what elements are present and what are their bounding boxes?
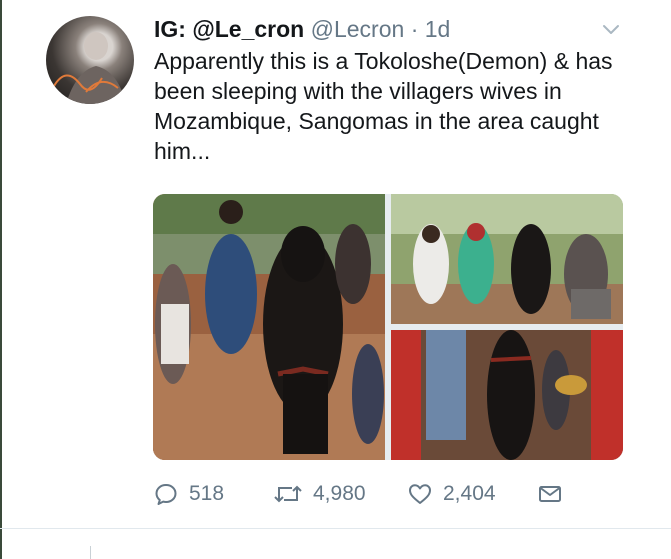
user-handle[interactable]: @Lecron: [311, 16, 405, 42]
separator: ·: [410, 16, 419, 42]
direct-message-button[interactable]: [537, 478, 563, 510]
avatar[interactable]: [46, 16, 134, 104]
chevron-down-icon[interactable]: [600, 18, 622, 40]
media-grid[interactable]: [153, 194, 623, 460]
photo-2[interactable]: [391, 194, 623, 324]
reply-count: 518: [189, 482, 225, 505]
retweet-button[interactable]: 4,980: [273, 478, 366, 510]
tweet-text: Apparently this is a Tokoloshe(Demon) & …: [154, 48, 613, 164]
display-name[interactable]: IG: @Le_cron: [154, 16, 304, 42]
heart-icon: [407, 481, 433, 507]
reply-button[interactable]: 518: [153, 478, 224, 510]
envelope-icon: [537, 481, 563, 507]
tweet-actions: 518 4,980 2,404: [153, 478, 623, 510]
divider: [0, 528, 671, 529]
next-item-edge: [90, 546, 91, 559]
photo-3[interactable]: [391, 330, 623, 460]
retweet-icon: [273, 481, 303, 507]
like-button[interactable]: 2,404: [407, 478, 496, 510]
retweet-count: 4,980: [313, 482, 366, 505]
tweet-header: IG: @Le_cron @Lecron · 1d: [154, 14, 450, 44]
tweet-card[interactable]: IG: @Le_cron @Lecron · 1d Apparently thi…: [0, 0, 671, 530]
timestamp[interactable]: 1d: [425, 16, 451, 42]
reply-icon: [153, 481, 179, 507]
photo-1[interactable]: [153, 194, 385, 460]
like-count: 2,404: [443, 482, 496, 505]
